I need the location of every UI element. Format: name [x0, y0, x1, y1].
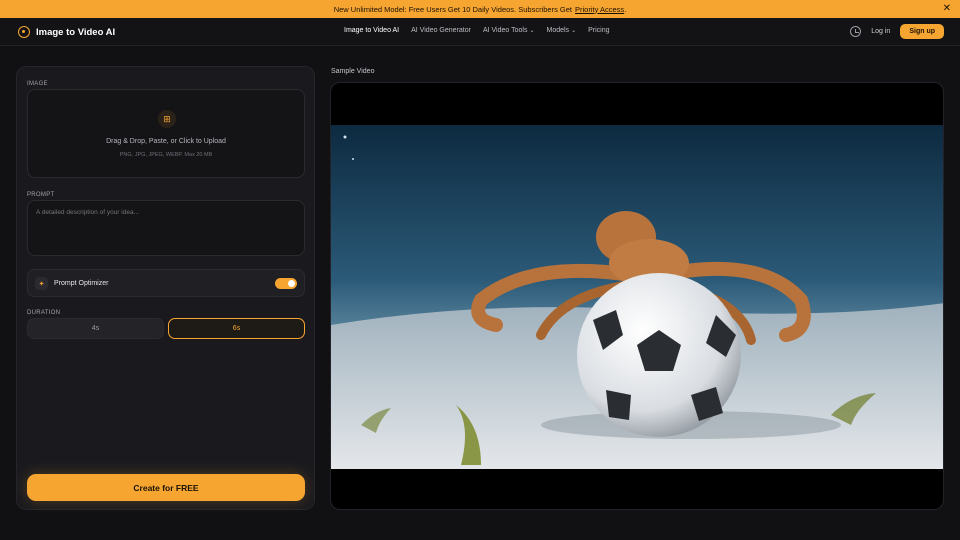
priority-access-link[interactable]: Priority Access [575, 5, 624, 14]
chevron-down-icon: ⌄ [529, 28, 535, 34]
logo[interactable]: Image to Video AI [18, 26, 115, 38]
logo-text: Image to Video AI [36, 26, 116, 38]
sparkle-icon: ✦ [35, 277, 48, 290]
banner-suffix: . [624, 4, 627, 14]
upload-instructions: Drag & Drop, Paste, or Click to Upload [106, 138, 226, 145]
prompt-label: PROMPT [27, 192, 55, 198]
sample-video-player[interactable] [330, 82, 944, 510]
prompt-optimizer-label: Prompt Optimizer [54, 280, 109, 287]
chevron-down-icon: ⌄ [571, 28, 577, 34]
history-icon[interactable] [850, 26, 862, 37]
logo-icon [18, 26, 30, 38]
duration-option-4s[interactable]: 4s [27, 318, 164, 339]
prompt-optimizer-row: ✦ Prompt Optimizer [27, 269, 305, 297]
duration-label: DURATION [27, 310, 61, 316]
nav-item-pricing[interactable]: Pricing [588, 27, 609, 34]
prompt-optimizer-toggle[interactable] [275, 278, 297, 289]
image-upload-dropzone[interactable]: ⊞ Drag & Drop, Paste, or Click to Upload… [27, 89, 305, 178]
nav-item-models[interactable]: Models ⌄ [546, 27, 576, 34]
signup-button[interactable]: Sign up [900, 24, 944, 39]
create-button[interactable]: Create for FREE [27, 474, 305, 501]
nav-item-ai-video-generator[interactable]: AI Video Generator [411, 27, 471, 34]
upload-formats: PNG, JPG, JPEG, WEBP. Max 20 MB [119, 152, 213, 158]
nav-item-image-to-video[interactable]: Image to Video AI [344, 27, 399, 34]
image-label: IMAGE [27, 81, 48, 87]
announcement-banner: New Unlimited Model: Free Users Get 10 D… [0, 0, 960, 18]
top-nav: Image to Video AI Image to Video AI AI V… [0, 18, 960, 46]
nav-item-ai-video-tools[interactable]: AI Video Tools ⌄ [483, 27, 535, 34]
nav-item-label: AI Video Tools [482, 27, 528, 34]
close-icon[interactable]: ✕ [943, 3, 951, 15]
duration-option-6s[interactable]: 6s [168, 318, 305, 339]
nav-actions: Log in Sign up [850, 24, 944, 39]
generator-panel: IMAGE ⊞ Drag & Drop, Paste, or Click to … [16, 66, 315, 510]
prompt-input[interactable] [27, 200, 305, 256]
sample-video-frame [331, 125, 943, 469]
image-upload-icon: ⊞ [158, 110, 176, 128]
sample-video-label: Sample Video [331, 68, 375, 75]
main-menu: Image to Video AI AI Video Generator AI … [344, 27, 610, 34]
banner-text: New Unlimited Model: Free Users Get 10 D… [333, 4, 572, 14]
nav-item-label: Models [546, 27, 570, 34]
login-link[interactable]: Log in [871, 28, 890, 35]
